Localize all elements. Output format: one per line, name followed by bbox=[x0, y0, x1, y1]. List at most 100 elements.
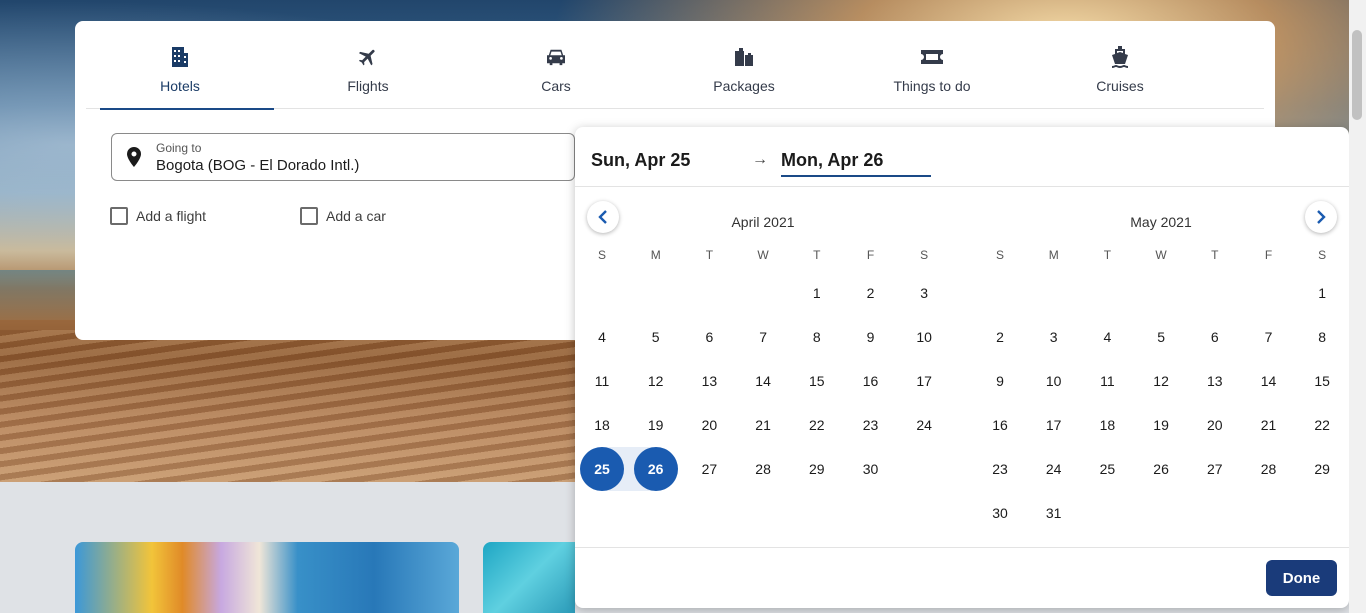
calendar-day[interactable]: 4 bbox=[1080, 315, 1134, 359]
checkbox-box[interactable] bbox=[300, 207, 318, 225]
calendar-day[interactable]: 18 bbox=[575, 403, 629, 447]
calendar-day[interactable]: 17 bbox=[897, 359, 951, 403]
scrollbar-thumb[interactable] bbox=[1352, 30, 1362, 120]
calendar-day[interactable]: 28 bbox=[736, 447, 790, 491]
calendar-day[interactable]: 6 bbox=[1188, 315, 1242, 359]
destination-thumbnail[interactable] bbox=[483, 542, 575, 613]
calendar-day[interactable]: 1 bbox=[790, 271, 844, 315]
calendar-day[interactable]: 27 bbox=[682, 447, 736, 491]
date-picker: Sun, Apr 25 → Mon, Apr 26 April 2021 May… bbox=[575, 127, 1349, 608]
calendar-day[interactable]: 9 bbox=[844, 315, 898, 359]
tab-cars[interactable]: Cars bbox=[462, 21, 650, 109]
calendar-day[interactable]: 13 bbox=[1188, 359, 1242, 403]
weekday-header: S bbox=[995, 248, 1004, 262]
calendar-day[interactable]: 30 bbox=[844, 447, 898, 491]
destination-thumbnail[interactable] bbox=[75, 542, 459, 613]
calendar-day[interactable]: 12 bbox=[629, 359, 683, 403]
calendar-day[interactable]: 20 bbox=[1188, 403, 1242, 447]
calendar-day[interactable]: 2 bbox=[844, 271, 898, 315]
calendar-day[interactable]: 24 bbox=[1027, 447, 1081, 491]
calendar-day[interactable]: 10 bbox=[897, 315, 951, 359]
weekday-header: M bbox=[650, 248, 661, 262]
calendar-day[interactable]: 30 bbox=[973, 491, 1027, 535]
calendar-day[interactable]: 15 bbox=[790, 359, 844, 403]
calendar-day[interactable]: 3 bbox=[1027, 315, 1081, 359]
calendar-day[interactable]: 24 bbox=[897, 403, 951, 447]
calendar-day-number: 4 bbox=[598, 329, 606, 345]
going-to-field[interactable]: Going to Bogota (BOG - El Dorado Intl.) bbox=[111, 133, 575, 181]
calendar-day[interactable]: 6 bbox=[682, 315, 736, 359]
calendar-day[interactable]: 4 bbox=[575, 315, 629, 359]
calendar-day-number: 11 bbox=[1100, 373, 1115, 389]
calendar-day[interactable]: 28 bbox=[1242, 447, 1296, 491]
calendar-day[interactable]: 22 bbox=[1295, 403, 1349, 447]
calendar-day[interactable]: 8 bbox=[1295, 315, 1349, 359]
plane-icon bbox=[357, 47, 379, 67]
calendar-day[interactable]: 2 bbox=[973, 315, 1027, 359]
calendar-day-number: 25 bbox=[1099, 461, 1116, 477]
calendar-day[interactable]: 29 bbox=[1295, 447, 1349, 491]
calendar-day[interactable]: 23 bbox=[973, 447, 1027, 491]
calendar-day-number: 25 bbox=[580, 447, 624, 491]
calendar-day-number: 20 bbox=[1207, 417, 1223, 433]
calendar-day[interactable]: 12 bbox=[1134, 359, 1188, 403]
scrollbar[interactable] bbox=[1349, 0, 1366, 613]
tab-packages[interactable]: Packages bbox=[650, 21, 838, 109]
tab-things-to-do[interactable]: Things to do bbox=[838, 21, 1026, 109]
start-date[interactable]: Sun, Apr 25 bbox=[591, 150, 690, 171]
calendar-day[interactable]: 27 bbox=[1188, 447, 1242, 491]
calendar-day[interactable]: 29 bbox=[790, 447, 844, 491]
calendar-day-number: 20 bbox=[701, 417, 718, 433]
calendar-day[interactable]: 11 bbox=[575, 359, 629, 403]
calendar-day[interactable]: 18 bbox=[1080, 403, 1134, 447]
calendar-day[interactable]: 21 bbox=[1242, 403, 1296, 447]
calendar-day[interactable]: 9 bbox=[973, 359, 1027, 403]
calendar-day[interactable]: 19 bbox=[629, 403, 683, 447]
calendar-day-number: 26 bbox=[1153, 461, 1169, 477]
calendar-day-number: 6 bbox=[705, 329, 714, 345]
calendar-day[interactable]: 7 bbox=[736, 315, 790, 359]
weekday-header: T bbox=[813, 248, 821, 262]
calendar-day-number: 29 bbox=[1314, 461, 1330, 477]
calendar-day[interactable]: 23 bbox=[844, 403, 898, 447]
checkbox-box[interactable] bbox=[110, 207, 128, 225]
calendar-day[interactable]: 16 bbox=[973, 403, 1027, 447]
calendar-day[interactable]: 11 bbox=[1080, 359, 1134, 403]
calendar-day[interactable]: 7 bbox=[1242, 315, 1296, 359]
calendar-day[interactable]: 3 bbox=[897, 271, 951, 315]
calendar-day[interactable]: 16 bbox=[844, 359, 898, 403]
add-car-checkbox[interactable]: Add a car bbox=[300, 207, 386, 225]
tab-hotels[interactable]: Hotels bbox=[86, 21, 274, 110]
calendar-day[interactable]: 26 bbox=[1134, 447, 1188, 491]
calendar-day[interactable]: 22 bbox=[790, 403, 844, 447]
tab-cruises[interactable]: Cruises bbox=[1026, 21, 1214, 109]
calendar-day-number: 6 bbox=[1210, 329, 1219, 345]
end-date[interactable]: Mon, Apr 26 bbox=[781, 150, 931, 177]
calendar-day[interactable]: 19 bbox=[1134, 403, 1188, 447]
calendar-day[interactable]: 15 bbox=[1295, 359, 1349, 403]
calendar-day[interactable]: 21 bbox=[736, 403, 790, 447]
ship-icon bbox=[1109, 46, 1131, 68]
calendar-day[interactable]: 1 bbox=[1295, 271, 1349, 315]
calendar-day[interactable]: 14 bbox=[1242, 359, 1296, 403]
tab-flights[interactable]: Flights bbox=[274, 21, 462, 109]
calendar-day[interactable]: 5 bbox=[1134, 315, 1188, 359]
calendar-day-number: 30 bbox=[992, 505, 1008, 521]
calendar-day[interactable]: 8 bbox=[790, 315, 844, 359]
calendar-day-number: 1 bbox=[1318, 285, 1327, 301]
calendar-day[interactable]: 25 bbox=[1080, 447, 1134, 491]
calendar-day[interactable]: 5 bbox=[629, 315, 683, 359]
calendar-day-selected[interactable]: 25 bbox=[575, 447, 629, 491]
done-button[interactable]: Done bbox=[1266, 560, 1337, 596]
calendar-day[interactable]: 14 bbox=[736, 359, 790, 403]
calendar-day[interactable]: 31 bbox=[1027, 491, 1081, 535]
location-pin-icon bbox=[126, 147, 142, 167]
calendar-day-number: 22 bbox=[1314, 417, 1330, 433]
calendar-day[interactable]: 17 bbox=[1027, 403, 1081, 447]
calendar-day[interactable]: 13 bbox=[682, 359, 736, 403]
calendar-day[interactable]: 20 bbox=[682, 403, 736, 447]
calendar-day[interactable]: 10 bbox=[1027, 359, 1081, 403]
calendar-day-selected[interactable]: 26 bbox=[629, 447, 683, 491]
add-flight-checkbox[interactable]: Add a flight bbox=[110, 207, 206, 225]
add-car-label: Add a car bbox=[326, 208, 386, 224]
